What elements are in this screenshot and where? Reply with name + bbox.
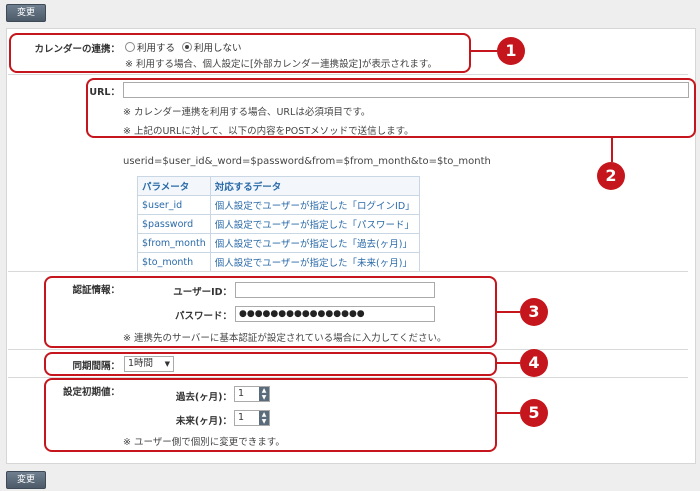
callout-line-4 <box>495 362 520 364</box>
callout-number-2: 2 <box>597 162 625 190</box>
callout-box-4 <box>44 352 497 376</box>
table-cell: $from_month <box>137 233 211 253</box>
callout-box-3 <box>44 276 497 348</box>
table-row: $from_month 個人設定でユーザーが指定した「過去(ヶ月)」 <box>137 233 420 253</box>
divider <box>8 349 688 350</box>
table-cell: 個人設定でユーザーが指定した「ログインID」 <box>209 195 420 215</box>
callout-line-2 <box>611 136 613 162</box>
table-cell: $user_id <box>137 195 211 215</box>
table-header: 対応するデータ <box>209 176 420 196</box>
divider <box>8 271 688 272</box>
table-row: $password 個人設定でユーザーが指定した「パスワード」 <box>137 214 420 234</box>
table-cell: 個人設定でユーザーが指定した「過去(ヶ月)」 <box>209 233 420 253</box>
parameter-table: パラメータ 対応するデータ $user_id 個人設定でユーザーが指定した「ログ… <box>137 176 420 272</box>
table-header: パラメータ <box>137 176 211 196</box>
change-button-bottom[interactable]: 変更 <box>6 471 46 489</box>
table-cell: 個人設定でユーザーが指定した「未来(ヶ月)」 <box>209 252 420 272</box>
callout-box-2 <box>86 78 696 138</box>
table-cell: $to_month <box>137 252 211 272</box>
url-query-string: userid=$user_id&_word=$password&from=$fr… <box>123 156 491 167</box>
table-cell: $password <box>137 214 211 234</box>
callout-number-1: 1 <box>497 37 525 65</box>
callout-number-3: 3 <box>520 298 548 326</box>
callout-line-3 <box>495 311 520 313</box>
table-row: $to_month 個人設定でユーザーが指定した「未来(ヶ月)」 <box>137 252 420 272</box>
divider <box>8 74 688 75</box>
table-row: $user_id 個人設定でユーザーが指定した「ログインID」 <box>137 195 420 215</box>
callout-line-1 <box>469 50 497 52</box>
callout-box-1 <box>9 33 471 73</box>
change-button-top[interactable]: 変更 <box>6 4 46 22</box>
callout-box-5 <box>44 378 497 452</box>
callout-number-4: 4 <box>520 349 548 377</box>
table-cell: 個人設定でユーザーが指定した「パスワード」 <box>209 214 420 234</box>
table-header-row: パラメータ 対応するデータ <box>137 176 420 196</box>
callout-line-5 <box>495 412 520 414</box>
callout-number-5: 5 <box>520 399 548 427</box>
